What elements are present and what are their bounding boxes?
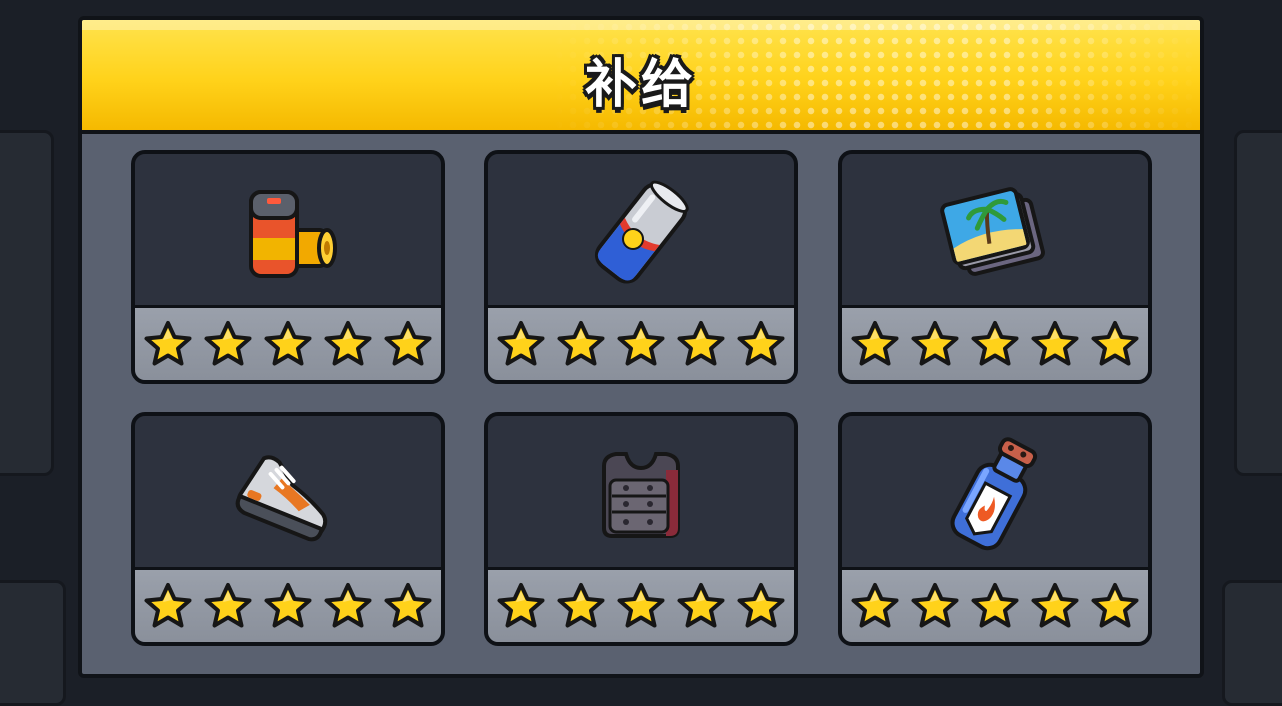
star-icon — [263, 582, 313, 630]
fire-bottle-icon — [950, 437, 1038, 551]
star-icon — [1090, 582, 1140, 630]
star-icon — [616, 582, 666, 630]
star-icon — [850, 582, 900, 630]
background-left-crate — [0, 580, 66, 706]
panel-header: 补给 — [82, 20, 1200, 134]
supply-card-can[interactable] — [484, 150, 798, 384]
star-icon — [676, 582, 726, 630]
star-icon — [143, 320, 193, 368]
star-icon — [556, 582, 606, 630]
star-rating — [842, 305, 1148, 380]
supply-card-armor[interactable] — [484, 412, 798, 646]
background-left-wall — [0, 130, 54, 476]
background-right-wall — [1234, 130, 1282, 476]
star-icon — [203, 582, 253, 630]
panel-title: 补给 — [584, 55, 697, 115]
star-icon — [910, 582, 960, 630]
star-icon — [496, 320, 546, 368]
star-icon — [556, 320, 606, 368]
background-right-crate — [1222, 580, 1282, 706]
star-icon — [736, 320, 786, 368]
star-icon — [850, 320, 900, 368]
sneaker-icon — [235, 455, 328, 542]
star-icon — [383, 582, 433, 630]
star-icon — [676, 320, 726, 368]
supply-card-magazine[interactable] — [838, 150, 1152, 384]
star-rating — [488, 305, 794, 380]
supply-panel: 补给 — [78, 16, 1204, 678]
star-icon — [263, 320, 313, 368]
star-rating — [135, 567, 441, 642]
star-icon — [910, 320, 960, 368]
energy-can-icon — [594, 180, 689, 284]
star-icon — [1090, 320, 1140, 368]
body-armor-icon — [602, 452, 680, 538]
star-rating — [842, 567, 1148, 642]
battery-pack-icon — [249, 190, 337, 278]
star-icon — [143, 582, 193, 630]
star-icon — [1030, 582, 1080, 630]
star-icon — [1030, 320, 1080, 368]
star-icon — [383, 320, 433, 368]
star-icon — [736, 582, 786, 630]
star-icon — [323, 582, 373, 630]
star-icon — [496, 582, 546, 630]
star-icon — [323, 320, 373, 368]
magazine-icon — [940, 187, 1045, 276]
star-rating — [135, 305, 441, 380]
star-icon — [970, 320, 1020, 368]
star-icon — [970, 582, 1020, 630]
supply-card-battery[interactable] — [131, 150, 445, 384]
supply-card-bottle[interactable] — [838, 412, 1152, 646]
star-rating — [488, 567, 794, 642]
supply-card-sneaker[interactable] — [131, 412, 445, 646]
star-icon — [616, 320, 666, 368]
star-icon — [203, 320, 253, 368]
